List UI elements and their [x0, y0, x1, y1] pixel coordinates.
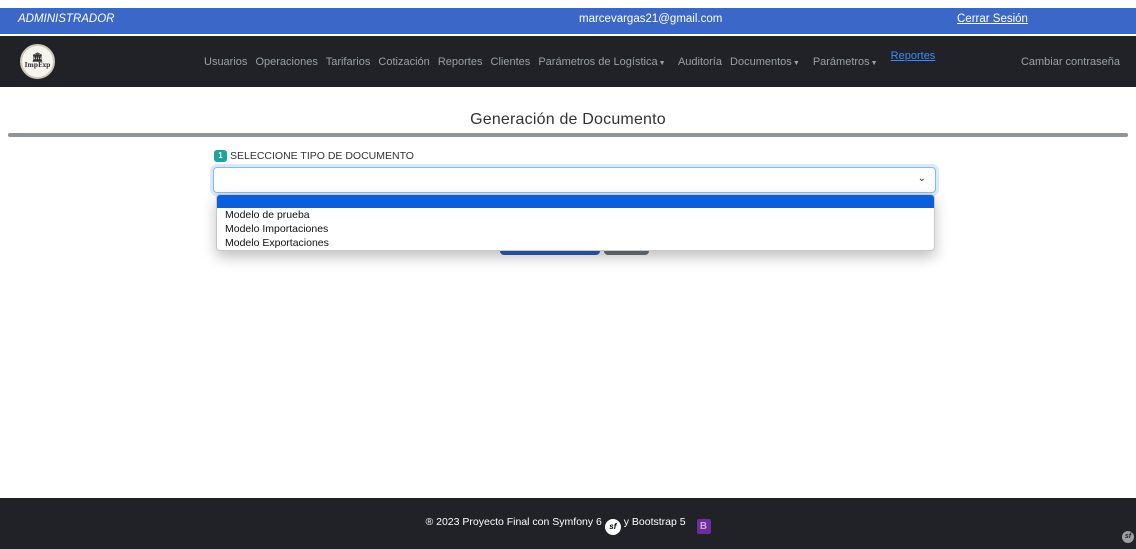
change-password-link[interactable]: Cambiar contraseña: [1021, 56, 1120, 68]
title-divider: [8, 133, 1128, 137]
main-navbar: 🏛 ImpExp Usuarios Operaciones Tarifarios…: [0, 36, 1136, 87]
caret-down-icon: ▼: [658, 60, 666, 67]
nav-item-cotizacion[interactable]: Cotización: [378, 56, 429, 68]
top-info-bar: ADMINISTRADOR marcevargas21@gmail.com Ce…: [0, 8, 1136, 34]
page-title: Generación de Documento: [470, 111, 666, 128]
caret-down-icon: ▼: [792, 60, 800, 67]
nav-item-operaciones[interactable]: Operaciones: [255, 56, 317, 68]
nav-item-label: Documentos: [730, 56, 792, 68]
nav-item-clientes[interactable]: Clientes: [491, 56, 531, 68]
dropdown-option-empty[interactable]: [217, 195, 934, 208]
nav-item-auditoria[interactable]: Auditoría: [678, 56, 722, 68]
nav-item-reportes-link[interactable]: Reportes: [891, 50, 936, 62]
brand-logo[interactable]: 🏛 ImpExp: [20, 44, 55, 79]
step-badge: 1: [214, 150, 227, 162]
nav-item-usuarios[interactable]: Usuarios: [204, 56, 247, 68]
dropdown-option[interactable]: Modelo de prueba: [217, 208, 934, 222]
logo-text: ImpExp: [24, 62, 51, 69]
bank-icon: 🏛: [31, 53, 44, 63]
nav-item-documentos[interactable]: Documentos▼: [730, 56, 805, 68]
nav-item-tarifarios[interactable]: Tarifarios: [326, 56, 371, 68]
step-label-text: SELECCIONE TIPO DE DOCUMENTO: [230, 150, 414, 162]
nav-item-label: Parámetros: [812, 56, 870, 68]
footer-text-mid: y Bootstrap 5: [623, 516, 686, 528]
logout-link[interactable]: Cerrar Sesión: [957, 13, 1028, 25]
symfony-icon: sf: [604, 519, 621, 535]
caret-down-icon: ▼: [870, 60, 878, 67]
nav-menu: Usuarios Operaciones Tarifarios Cotizaci…: [204, 50, 940, 68]
nav-item-parametros-logistica[interactable]: Parámetros de Logística▼: [538, 56, 670, 68]
document-type-dropdown: Modelo de prueba Modelo Importaciones Mo…: [216, 194, 935, 251]
nav-item-reportes[interactable]: Reportes: [438, 56, 483, 68]
footer-text: ® 2023 Proyecto Final con Symfony 6 sf y…: [0, 516, 1136, 535]
user-role: ADMINISTRADOR: [18, 13, 115, 25]
user-email: marcevargas21@gmail.com: [579, 13, 723, 25]
document-type-select[interactable]: ⌄: [213, 167, 936, 193]
dropdown-option[interactable]: Modelo Importaciones: [217, 222, 934, 236]
footer-text-prefix: ® 2023 Proyecto Final con Symfony 6: [425, 516, 602, 528]
symfony-toolbar-icon[interactable]: sf: [1122, 531, 1134, 543]
chevron-down-icon: ⌄: [917, 173, 926, 184]
footer: ® 2023 Proyecto Final con Symfony 6 sf y…: [0, 498, 1136, 549]
dropdown-option[interactable]: Modelo Exportaciones: [217, 236, 934, 250]
nav-item-label: Parámetros de Logística: [538, 56, 658, 68]
nav-item-parametros[interactable]: Parámetros▼: [813, 56, 883, 68]
bootstrap-icon: B: [696, 519, 711, 534]
step-label: 1 SELECCIONE TIPO DE DOCUMENTO: [214, 150, 414, 162]
